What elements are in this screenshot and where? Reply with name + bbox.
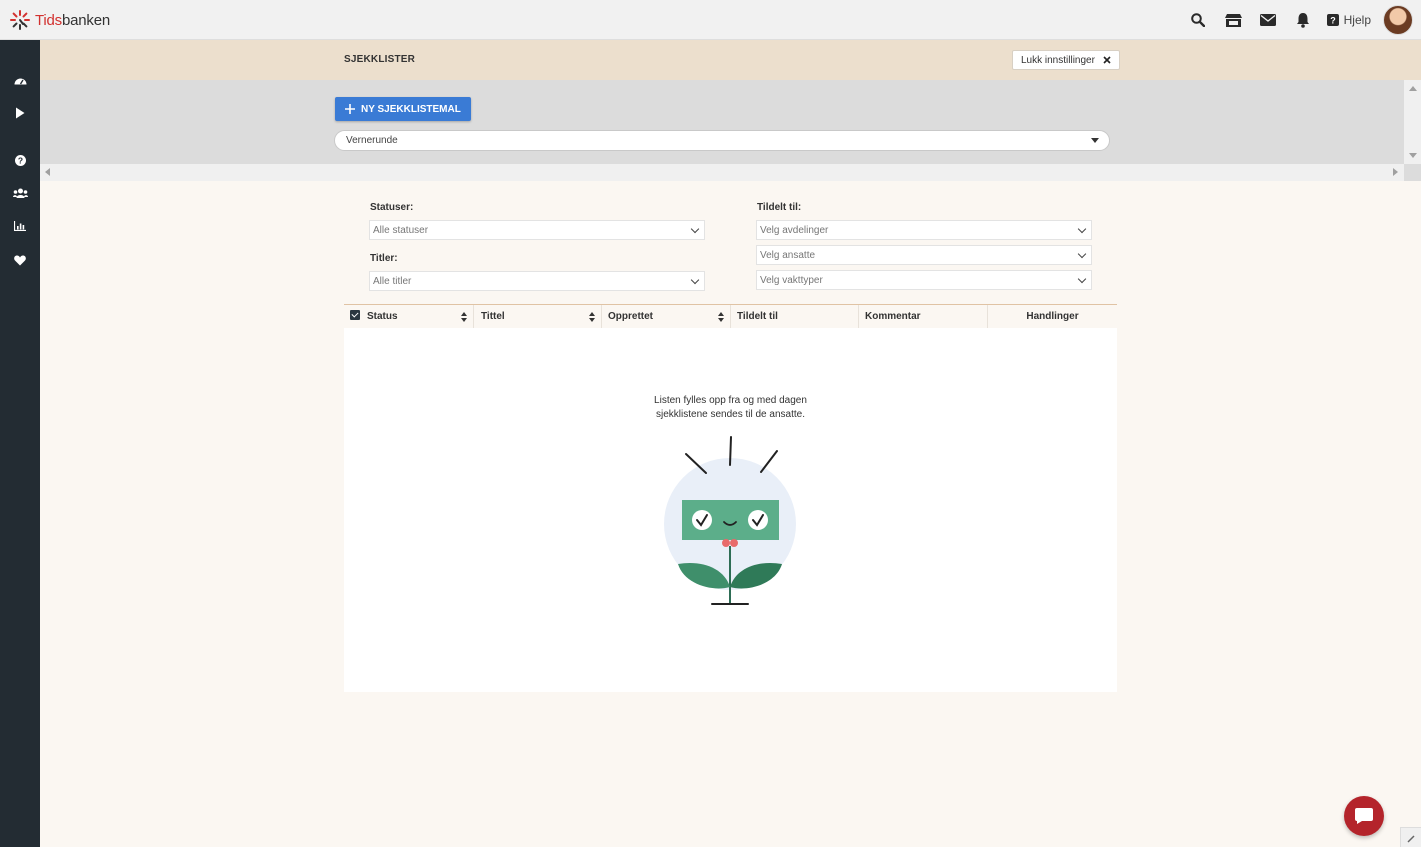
status-filter-value: Alle statuser <box>373 224 429 236</box>
svg-text:?: ? <box>17 155 22 165</box>
column-title[interactable]: Tittel <box>474 305 602 328</box>
employees-select-value: Velg ansatte <box>760 249 816 261</box>
departments-select[interactable]: Velg avdelinger <box>756 220 1092 240</box>
column-status[interactable]: Status <box>344 305 474 328</box>
titles-filter-value: Alle titler <box>373 275 412 287</box>
shift-types-select-value: Velg vakttyper <box>760 274 823 286</box>
store-icon[interactable] <box>1216 0 1251 40</box>
empty-state-line-2: sjekklistene sendes til de ansatte. <box>656 409 805 420</box>
shift-types-select[interactable]: Velg vakttyper <box>756 270 1092 290</box>
top-bar: Tidsbanken ? Hjelp <box>0 0 1421 40</box>
sort-icon[interactable] <box>589 312 595 322</box>
departments-select-value: Velg avdelinger <box>760 224 829 236</box>
avatar[interactable] <box>1383 5 1413 35</box>
chart-icon[interactable] <box>0 213 40 239</box>
page-title: SJEKKLISTER <box>344 54 416 65</box>
select-all-checkbox[interactable] <box>350 310 360 320</box>
column-assigned-label: Tildelt til <box>737 311 778 322</box>
status-filter-select[interactable]: Alle statuser <box>369 220 705 240</box>
sort-icon[interactable] <box>718 312 724 322</box>
close-icon <box>1103 56 1111 64</box>
empty-state-illustration <box>664 436 796 605</box>
chevron-down-icon <box>690 275 700 285</box>
vertical-scrollbar[interactable] <box>1404 80 1421 164</box>
column-title-label: Tittel <box>481 311 505 322</box>
table-body: Listen fylles opp fra og med dagen sjekk… <box>344 328 1117 692</box>
scroll-left-icon[interactable] <box>45 168 50 176</box>
dashboard-icon[interactable] <box>0 67 40 93</box>
play-icon[interactable] <box>0 100 40 126</box>
svg-text:?: ? <box>1330 16 1336 26</box>
scroll-right-icon[interactable] <box>1393 168 1398 176</box>
settings-panel: NY SJEKKLISTEMAL Vernerunde <box>40 80 1404 164</box>
column-assigned: Tildelt til <box>731 305 859 328</box>
help-icon: ? <box>1326 14 1339 26</box>
empty-state-text: Listen fylles opp fra og med dagen sjekk… <box>344 394 1117 422</box>
scrollbar-corner <box>1404 164 1421 181</box>
logo-text: Tidsbanken <box>35 11 110 29</box>
logo[interactable]: Tidsbanken <box>9 9 110 31</box>
chat-button[interactable] <box>1344 796 1384 836</box>
wrench-icon <box>1407 835 1415 843</box>
empty-state-line-1: Listen fylles opp fra og med dagen <box>654 395 807 406</box>
help-button[interactable]: ? Hjelp <box>1326 13 1371 27</box>
chat-icon <box>1355 808 1373 824</box>
close-settings-label: Lukk innstillinger <box>1021 54 1095 66</box>
titles-filter-label: Titler: <box>370 253 398 264</box>
chevron-down-icon <box>1077 249 1087 259</box>
settings-header: SJEKKLISTER Lukk innstillinger <box>40 40 1421 80</box>
assigned-filter-label: Tildelt til: <box>757 202 802 213</box>
status-filter-label: Statuser: <box>370 202 414 213</box>
new-checklist-template-button[interactable]: NY SJEKKLISTEMAL <box>335 97 471 121</box>
horizontal-scrollbar[interactable] <box>40 164 1404 181</box>
sort-icon[interactable] <box>461 312 467 322</box>
bell-icon[interactable] <box>1286 0 1321 40</box>
resize-grip[interactable] <box>1400 827 1421 847</box>
help-label: Hjelp <box>1343 13 1371 27</box>
users-icon[interactable] <box>0 180 40 206</box>
column-status-label: Status <box>367 311 398 322</box>
search-icon[interactable] <box>1181 0 1216 40</box>
table-header: Status Tittel Opprettet Tildelt til Komm… <box>344 304 1117 328</box>
column-actions: Handlinger <box>988 305 1117 328</box>
column-actions-label: Handlinger <box>1026 311 1079 322</box>
logo-mark-icon <box>10 10 30 30</box>
template-select[interactable]: Vernerunde <box>334 130 1110 151</box>
sidebar: ? <box>0 40 40 847</box>
chevron-down-icon <box>1077 224 1087 234</box>
employees-select[interactable]: Velg ansatte <box>756 245 1092 265</box>
scroll-down-icon[interactable] <box>1409 153 1417 158</box>
chevron-down-icon <box>1077 274 1087 284</box>
titles-filter-select[interactable]: Alle titler <box>369 271 705 291</box>
plus-icon <box>345 104 355 114</box>
heart-icon[interactable] <box>0 247 40 273</box>
new-checklist-template-label: NY SJEKKLISTEMAL <box>361 103 461 115</box>
column-comment-label: Kommentar <box>865 311 921 322</box>
top-icons: ? Hjelp <box>1181 0 1421 40</box>
column-created[interactable]: Opprettet <box>602 305 731 328</box>
question-icon[interactable]: ? <box>0 147 40 173</box>
scroll-up-icon[interactable] <box>1409 86 1417 91</box>
column-comment: Kommentar <box>859 305 988 328</box>
chevron-down-icon <box>690 224 700 234</box>
template-select-value: Vernerunde <box>346 135 398 146</box>
column-created-label: Opprettet <box>608 311 653 322</box>
mail-icon[interactable] <box>1251 0 1286 40</box>
close-settings-button[interactable]: Lukk innstillinger <box>1012 50 1120 70</box>
caret-down-icon <box>1091 138 1099 143</box>
